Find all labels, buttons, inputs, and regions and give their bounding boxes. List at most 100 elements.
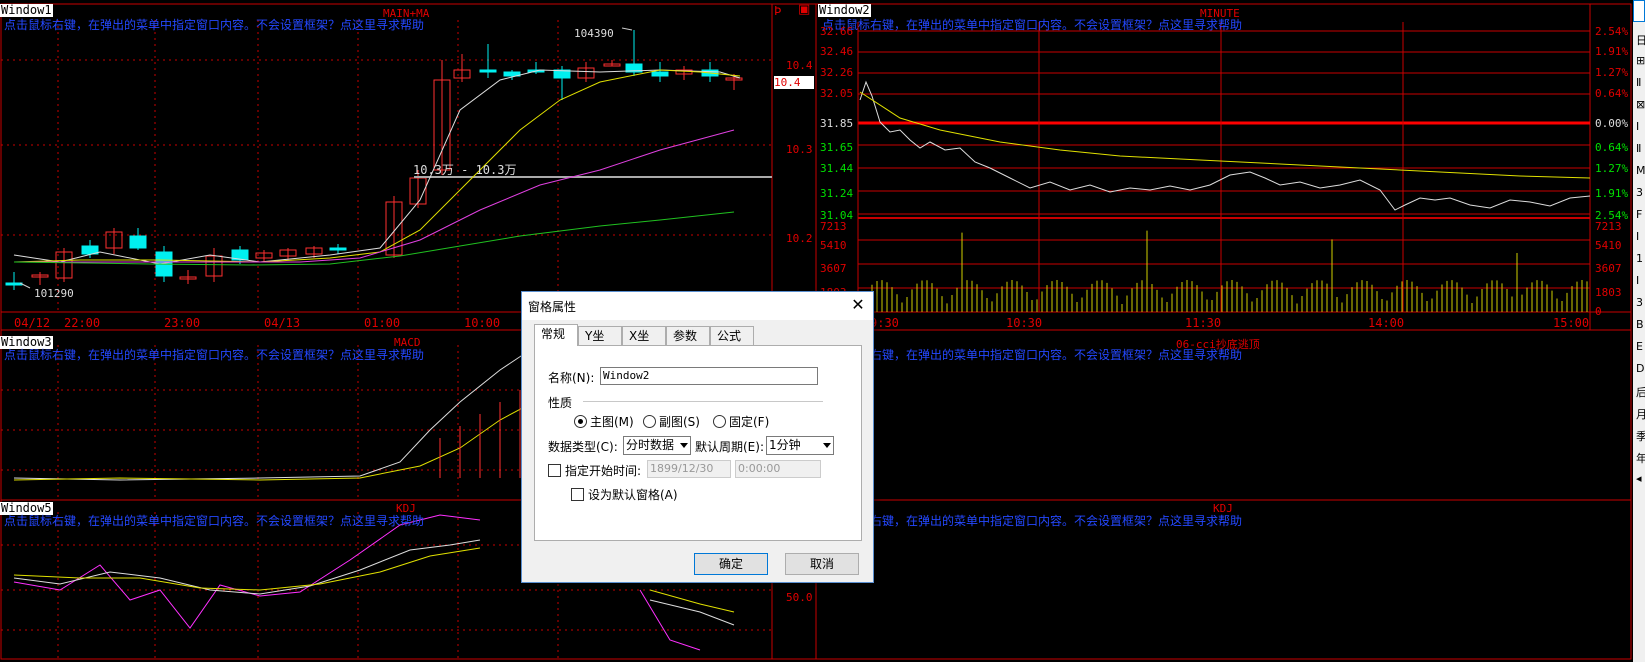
w2-right-axis-label: 0.00% [1595,117,1629,130]
toolbar-button[interactable]: 3 [1636,296,1643,309]
toolbar-button[interactable]: I [1636,274,1639,287]
cancel-button[interactable]: 取消 [785,553,859,575]
toolbar-button[interactable]: E [1636,340,1643,353]
macd-dif [13,349,531,481]
kdj-j [639,589,701,651]
toolbar-button[interactable]: 后 [1636,384,1645,400]
w2-volume-axis-label-right: 7213 [1595,220,1622,233]
period-select[interactable]: 1分钟 [766,436,834,455]
dialog-titlebar[interactable]: 窗格属性 ✕ [522,292,873,320]
ok-button[interactable]: 确定 [694,553,768,575]
toolbar-button[interactable]: Ⅰ [1636,120,1639,133]
radio-sub-chart[interactable] [643,415,656,428]
window6-hint[interactable]: 点击鼠标右键，在弹出的菜单中指定窗口内容。不会设置框架？点这里寻求帮助 [822,512,1242,529]
toolbar-button[interactable]: Ⅱ [1636,142,1641,155]
price-high-label: 104390 [574,27,614,40]
w2-volume-axis-label-right: 0 [1595,305,1602,318]
w2-right-axis-label: 1.91% [1595,187,1629,200]
toolbar-button[interactable]: M [1636,164,1645,177]
w2-time-label: 11:30 [1185,316,1222,330]
start-time-value: 0:00:00 [738,462,781,475]
window2-hint[interactable]: 点击鼠标右键，在弹出的菜单中指定窗口内容。不会设置框架？点这里寻求帮助 [822,16,1242,33]
tab-y-axis[interactable]: Y坐标 [578,326,622,361]
w2-time-label: 9:30 [870,316,899,330]
start-time-label: 指定开始时间: [565,464,642,478]
macd-dea [13,403,531,481]
toolbar-button[interactable]: ⊠ [1636,98,1645,111]
window1-toggle-icon[interactable]: Þ [774,4,781,18]
close-icon[interactable]: ✕ [849,296,867,314]
toolbar-button[interactable]: ⊞ [1636,54,1645,67]
toolbar-button[interactable]: 3 [1636,186,1643,199]
data-type-select[interactable]: 分时数据 [623,436,691,455]
w2-volume-axis-label: 7213 [820,220,847,233]
candle-body [129,235,147,249]
dialog-title: 窗格属性 [528,300,577,314]
w2-volume-axis-label-right: 3607 [1595,262,1622,275]
general-panel: 名称(N): Window2 性质 主图(M) 副图(S) 固定(F) 数据类型… [534,345,862,541]
w2-avg-line [859,91,1591,179]
w1-time-label: 04/12 [14,316,51,330]
tab-params[interactable]: 参数 [666,326,710,345]
ma-line-yellow [13,69,741,263]
toolbar-button[interactable]: I [1636,230,1639,243]
toolbar-button[interactable]: Ⅱ [1636,76,1641,89]
w1-time-label: 10:00 [464,316,501,330]
window1-hint[interactable]: 点击鼠标右键，在弹出的菜单中指定窗口内容。不会设置框架？点这里寻求帮助 [4,16,424,33]
w2-volume-axis-label: 3607 [820,262,847,275]
start-time-picker[interactable]: 0:00:00 [735,460,821,478]
w2-volume-axis-label: 5410 [820,239,847,252]
toolbar-button[interactable]: 月 [1636,406,1645,422]
w2-right-axis-label: 0.64% [1595,141,1629,154]
kdj-d [649,589,735,613]
nature-label: 性质 [548,396,573,410]
tab-general[interactable]: 常规 [534,324,578,346]
toolbar-button[interactable]: F [1636,208,1642,221]
start-date-picker[interactable]: 1899/12/30 [647,460,731,478]
toolbar-button[interactable]: B [1636,318,1644,331]
toolbar-button[interactable]: D [1636,362,1644,375]
toolbar-button[interactable]: 1 [1636,252,1643,265]
w1-axis-label: 10.3 [786,143,813,156]
radio-main-chart[interactable] [574,415,587,428]
data-type-value: 分时数据 [626,438,675,452]
radio-fixed[interactable] [713,415,726,428]
w5-axis-label: 50.0 [786,591,813,604]
name-input[interactable]: Window2 [600,367,818,385]
w2-left-axis-label: 31.44 [820,162,854,175]
radio-fixed-label: 固定(F) [729,415,770,429]
tab-x-axis[interactable]: X坐标 [622,326,666,361]
default-pane-checkbox[interactable] [571,488,584,501]
current-price-tag: 10.4 [774,76,814,89]
window4-hint[interactable]: 点击鼠标右键，在弹出的菜单中指定窗口内容。不会设置框架？点这里寻求帮助 [822,346,1242,363]
w1-time-label: 22:00 [64,316,101,330]
w2-left-axis-label: 32.66 [820,25,854,38]
tab-formula[interactable]: 公式 [710,326,754,345]
w1-axis-label: 10.4 [786,59,813,72]
w2-time-label: 10:30 [1006,316,1043,330]
radio-main-label: 主图(M) [590,415,634,429]
kdj-j [13,514,481,629]
w2-right-axis-label: 1.27% [1595,66,1629,79]
price-callout [621,27,633,31]
w1-time-label: 01:00 [364,316,401,330]
toolbar-button[interactable]: ◂ [1636,472,1642,485]
w2-right-axis-label: 1.27% [1595,162,1629,175]
toolbar-button[interactable]: 季 [1636,428,1645,444]
radio-sub-label: 副图(S) [659,415,700,429]
start-time-checkbox[interactable] [548,464,561,477]
toolbar-button[interactable]: 日 [1636,32,1645,48]
window5-hint[interactable]: 点击鼠标右键，在弹出的菜单中指定窗口内容。不会设置框架？点这里寻求帮助 [4,512,424,529]
window1-menu-icon[interactable]: ▣ [798,2,810,17]
candle-body [479,69,497,73]
start-date-value: 1899/12/30 [650,462,714,475]
nature-divider [583,401,823,402]
w2-right-axis-label: 1.91% [1595,45,1629,58]
kdj-k [13,539,481,595]
pane-properties-dialog: 窗格属性 ✕ 常规 Y坐标 X坐标 参数 公式 名称(N): Window2 性… [521,291,874,583]
toolbar-active-icon[interactable] [1633,0,1645,22]
w2-left-axis-label: 31.85 [820,117,854,130]
w2-time-label: 14:00 [1368,316,1405,330]
window3-hint[interactable]: 点击鼠标右键，在弹出的菜单中指定窗口内容。不会设置框架？点这里寻求帮助 [4,346,424,363]
toolbar-button[interactable]: 年 [1636,450,1645,466]
